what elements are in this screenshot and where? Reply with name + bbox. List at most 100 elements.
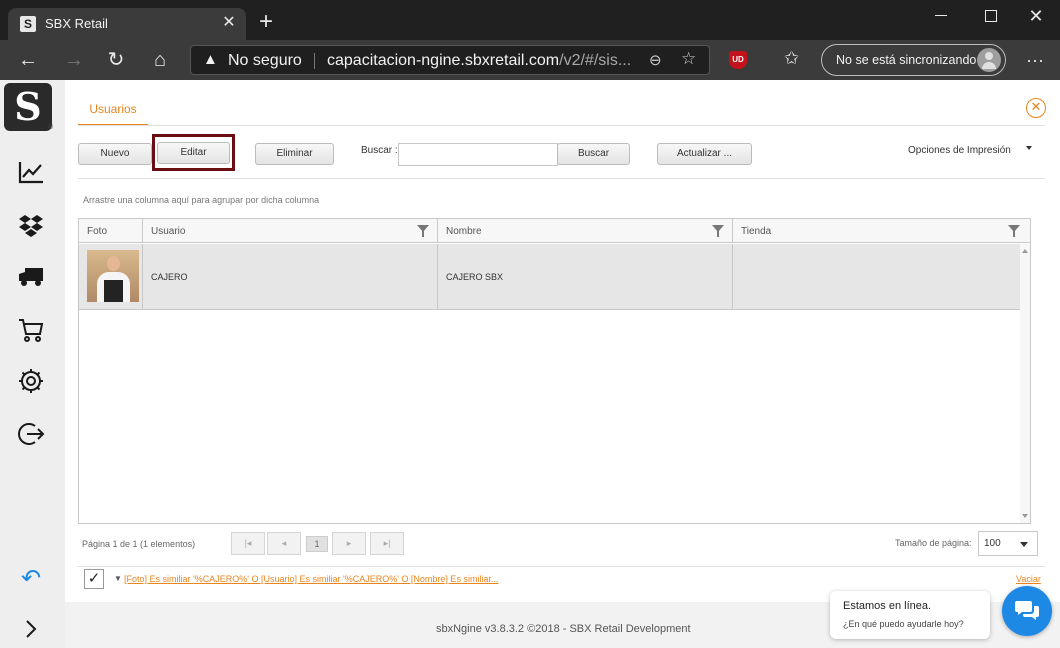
cell-tienda [733, 244, 1028, 310]
chat-title: Estamos en línea. [843, 600, 932, 612]
gear-icon[interactable] [15, 365, 47, 397]
add-favorite-icon[interactable]: ☆ [681, 49, 696, 69]
home-icon[interactable]: ⌂ [148, 48, 172, 72]
truck-icon[interactable] [15, 260, 47, 292]
chevron-right-icon[interactable] [15, 613, 47, 645]
filter-icon[interactable] [417, 225, 429, 237]
cell-usuario: CAJERO [143, 244, 438, 310]
filter-enabled-checkbox[interactable]: ✓ [84, 569, 104, 589]
registered-mark: ® [48, 124, 54, 131]
search-input[interactable] [398, 143, 558, 166]
favorites-icon[interactable]: ✩ [784, 48, 799, 69]
column-header-tienda[interactable]: Tienda [733, 219, 1030, 243]
ublock-extension-icon[interactable]: UD [729, 51, 747, 69]
browser-titlebar: S SBX Retail ✕ + ✕ [0, 0, 1060, 40]
tab-divider [78, 125, 1045, 126]
last-page-button[interactable]: ▸| [370, 532, 404, 555]
new-tab-icon[interactable]: + [256, 10, 276, 34]
filter-divider [78, 566, 1045, 567]
url-host: capacitacion-ngine.sbxretail.com [327, 52, 560, 69]
photo-apron [104, 280, 123, 302]
group-by-hint[interactable]: Arrastre una columna aquí para agrupar p… [83, 195, 319, 205]
dropbox-icon[interactable] [15, 210, 47, 242]
grid-scrollbar[interactable] [1020, 244, 1030, 523]
filter-icon[interactable] [712, 225, 724, 237]
prev-page-button[interactable]: ◂ [267, 532, 301, 555]
browser-addressbar: ← → ↻ ⌂ ▲ No seguro capacitacion-ngine.s… [0, 40, 1060, 80]
scroll-up-icon[interactable] [1022, 249, 1028, 253]
url-text[interactable]: capacitacion-ngine.sbxretail.com/v2/#/si… [327, 52, 631, 70]
chat-subtitle: ¿En qué puedo ayudarle hoy? [843, 619, 964, 629]
footer-version: sbxNgine v3.8.3.2 ©2018 - SBX Retail Dev… [436, 623, 691, 635]
app-root: S ® ↶ Usuarios ✕ Nuevo Editar Eliminar B… [0, 80, 1060, 648]
edit-button[interactable]: Editar [157, 142, 230, 164]
chat-icon [1015, 601, 1039, 620]
sync-label: No se está sincronizando [836, 53, 977, 67]
search-label: Buscar : [361, 145, 398, 156]
tab-close-icon[interactable]: ✕ [220, 14, 238, 32]
photo-face [107, 256, 120, 271]
chat-launcher-button[interactable] [1002, 586, 1052, 636]
page-size-label: Tamaño de página: [895, 538, 972, 548]
browser-tab[interactable]: S SBX Retail ✕ [8, 8, 246, 40]
forward-icon[interactable]: → [62, 48, 86, 72]
column-label: Nombre [446, 226, 482, 237]
user-photo [87, 250, 139, 302]
column-header-nombre[interactable]: Nombre [438, 219, 733, 243]
first-page-button[interactable]: |◂ [231, 532, 265, 555]
zoom-out-icon[interactable]: ⊖ [649, 51, 662, 69]
filter-expression-link[interactable]: [Foto] Es similiar '%CAJERO%' O [Usuario… [124, 574, 498, 584]
column-label: Tienda [741, 226, 772, 237]
warning-icon: ▲ [203, 51, 218, 68]
logout-icon[interactable] [15, 418, 47, 450]
search-button[interactable]: Buscar [557, 143, 630, 165]
tab-usuarios[interactable]: Usuarios [78, 94, 148, 126]
avatar-icon [977, 48, 1001, 72]
main-panel: Usuarios ✕ Nuevo Editar Eliminar Buscar … [65, 80, 1060, 602]
back-icon[interactable]: ← [16, 48, 40, 72]
filter-icon[interactable] [1008, 225, 1020, 237]
pager-summary: Página 1 de 1 (1 elementos) [82, 539, 196, 549]
column-label: Usuario [151, 226, 186, 237]
minimize-icon[interactable] [930, 4, 954, 28]
more-menu-icon[interactable]: ··· [1026, 48, 1044, 72]
column-header-foto[interactable]: Foto [79, 219, 143, 243]
page-size-select[interactable]: 100 [978, 531, 1038, 556]
delete-button[interactable]: Eliminar [255, 143, 334, 165]
column-label: Foto [87, 226, 108, 237]
scroll-down-icon[interactable] [1022, 514, 1028, 518]
cell-foto [79, 244, 143, 310]
reload-icon[interactable]: ↻ [104, 48, 128, 72]
chevron-down-icon [1020, 542, 1028, 547]
tab-title: SBX Retail [45, 16, 108, 31]
maximize-icon[interactable] [980, 4, 1004, 28]
refresh-button[interactable]: Actualizar ... [657, 143, 752, 165]
cart-icon[interactable] [15, 314, 47, 346]
next-page-button[interactable]: ▸ [332, 532, 366, 555]
column-header-usuario[interactable]: Usuario [143, 219, 438, 243]
clear-filter-link[interactable]: Vaciar [1016, 574, 1041, 584]
chat-greeting[interactable]: Estamos en línea. ¿En qué puedo ayudarle… [830, 591, 990, 639]
profile-sync-button[interactable]: No se está sincronizando [821, 44, 1006, 76]
chart-icon[interactable] [15, 156, 47, 188]
cell-nombre: CAJERO SBX [438, 244, 733, 310]
sidebar: S ® ↶ [0, 80, 65, 648]
toolbar-divider [78, 178, 1045, 179]
tab-favicon-icon: S [20, 16, 36, 32]
page-number-button[interactable]: 1 [306, 536, 328, 552]
print-options-menu[interactable]: Opciones de Impresión [908, 145, 1011, 156]
url-path: /v2/#/sis... [559, 52, 632, 69]
address-input[interactable]: ▲ No seguro capacitacion-ngine.sbxretail… [190, 45, 710, 75]
print-options-caret-icon[interactable] [1026, 146, 1032, 150]
page-size-value: 100 [984, 538, 1001, 549]
filter-icon: ▼ [114, 574, 122, 583]
users-grid: Foto Usuario Nombre Tienda CAJERO CAJERO… [78, 218, 1031, 524]
sbx-logo[interactable]: S [4, 83, 52, 131]
close-panel-icon[interactable]: ✕ [1026, 98, 1046, 118]
table-row[interactable]: CAJERO CAJERO SBX [79, 244, 1028, 310]
new-button[interactable]: Nuevo [78, 143, 152, 165]
undo-icon[interactable]: ↶ [15, 563, 47, 595]
security-label[interactable]: No seguro [228, 52, 302, 70]
window-close-icon[interactable]: ✕ [1024, 4, 1048, 28]
grid-header: Foto Usuario Nombre Tienda [79, 219, 1030, 243]
